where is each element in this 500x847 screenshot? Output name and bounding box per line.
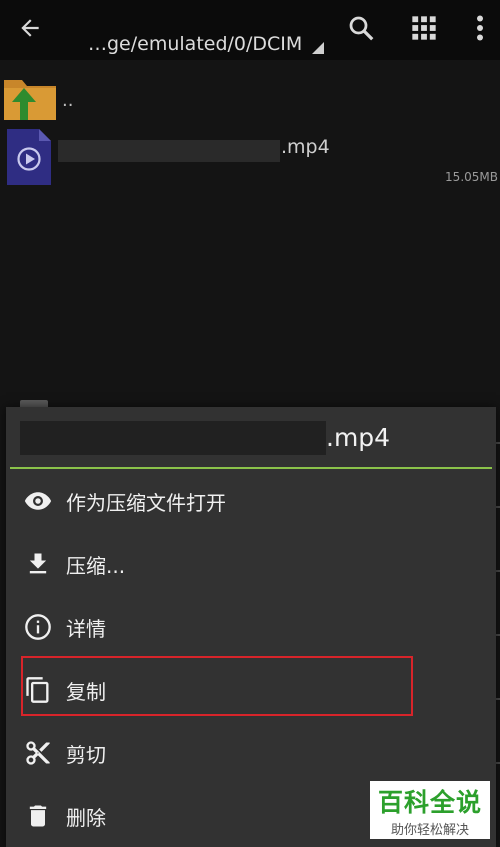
- menu-item-details[interactable]: 详情: [6, 595, 496, 658]
- menu-item-label: 压缩...: [66, 554, 126, 578]
- menu-item-label: 作为压缩文件打开: [66, 491, 226, 515]
- more-vert-icon[interactable]: [458, 6, 500, 50]
- info-icon: [22, 611, 54, 643]
- folder-up-icon: [2, 72, 58, 126]
- back-arrow-icon[interactable]: [8, 6, 52, 50]
- menu-item-open-as-archive[interactable]: 作为压缩文件打开: [6, 469, 496, 532]
- menu-item-compress[interactable]: 压缩...: [6, 532, 496, 595]
- video-file-icon: [7, 129, 51, 189]
- scissors-icon: [22, 737, 54, 769]
- copy-highlight-box: [21, 656, 413, 716]
- parent-directory-label: ..: [62, 90, 74, 111]
- download-icon: [22, 548, 54, 580]
- trash-icon: [22, 800, 54, 832]
- path-dropdown-caret-icon[interactable]: [312, 42, 324, 54]
- grid-view-icon[interactable]: [402, 6, 446, 50]
- menu-item-label: 详情: [66, 617, 106, 641]
- dialog-filename-extension: .mp4: [326, 423, 391, 452]
- watermark-subtitle: 助你轻松解决: [390, 823, 469, 838]
- watermark-logo: 百科全说 助你轻松解决: [370, 781, 490, 839]
- dialog-filename-redaction: [20, 421, 326, 455]
- file-name-extension: .mp4: [281, 136, 330, 158]
- toolbar: …ge/emulated/0/DCIM: [0, 0, 500, 60]
- file-size: 15.05MB: [445, 170, 498, 184]
- menu-item-cut[interactable]: 剪切: [6, 721, 496, 784]
- current-path[interactable]: …ge/emulated/0/DCIM: [88, 33, 302, 55]
- watermark-title: 百科全说: [377, 788, 482, 817]
- menu-item-label: 删除: [66, 806, 106, 830]
- search-icon[interactable]: [339, 6, 383, 50]
- file-row[interactable]: .mp4 15.05MB: [0, 126, 500, 188]
- filename-redaction: [58, 140, 280, 162]
- parent-directory-row[interactable]: ..: [0, 66, 500, 126]
- menu-item-label: 剪切: [66, 743, 106, 767]
- dialog-header: .mp4: [6, 407, 496, 469]
- eye-icon: [22, 485, 54, 517]
